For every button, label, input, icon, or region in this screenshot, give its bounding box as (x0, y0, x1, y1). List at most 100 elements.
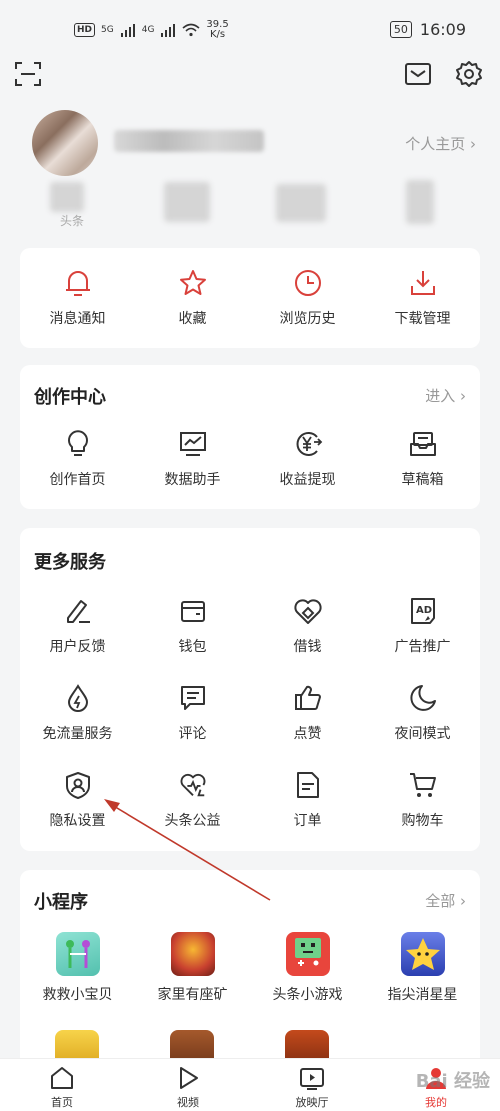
quick-action-favorites[interactable]: 收藏 (135, 268, 250, 348)
hd-badge: HD (74, 23, 96, 37)
mini-program-item[interactable]: 指尖消星星 (365, 932, 480, 1022)
quick-action-downloads[interactable]: 下载管理 (365, 268, 480, 348)
watermark: Bai 经验 (415, 1071, 490, 1092)
creation-center-card: 创作中心 进入 › 创作首页 数据助手 收益提现 草稿箱 (20, 365, 480, 509)
service-item-cart[interactable]: 购物车 (365, 770, 480, 850)
creation-item-data[interactable]: 数据助手 (135, 429, 250, 509)
stat-label: 头条 (60, 214, 85, 228)
service-item-label: 广告推广 (394, 639, 451, 655)
wifi-icon (182, 23, 200, 37)
mini-program-icon (400, 932, 445, 976)
mini-program-item[interactable]: 救救小宝贝 (20, 932, 135, 1022)
service-item-night-mode[interactable]: 夜间模式 (365, 683, 480, 763)
message-inbox-icon[interactable] (404, 60, 432, 88)
thumbs-up-icon (293, 683, 323, 713)
moon-icon (408, 683, 438, 713)
signal-5g-icon (120, 24, 135, 37)
service-item-charity[interactable]: 头条公益 (135, 770, 250, 850)
creation-item-earnings[interactable]: 收益提现 (250, 429, 365, 509)
home-icon (51, 1067, 73, 1089)
service-item-loan[interactable]: 借钱 (250, 596, 365, 676)
creation-center-title: 创作中心 (34, 387, 106, 408)
tv-icon (300, 1068, 324, 1090)
mini-program-item[interactable]: 家里有座矿 (135, 932, 250, 1022)
service-item-wallet[interactable]: 钱包 (135, 596, 250, 676)
service-item-likes[interactable]: 点赞 (250, 683, 365, 763)
net-speed-unit: K/s (209, 29, 226, 40)
settings-gear-icon[interactable] (455, 60, 483, 88)
quick-action-label: 下载管理 (394, 311, 451, 327)
status-left: HD 5G 4G 39.5 K/s (74, 20, 229, 40)
service-item-label: 夜间模式 (394, 726, 451, 742)
cart-icon (408, 770, 438, 800)
privacy-shield-icon (63, 770, 93, 800)
nav-label: 放映厅 (295, 1096, 329, 1109)
service-item-label: 用户反馈 (49, 639, 106, 655)
wallet-icon (178, 596, 208, 626)
yuan-coin-icon (293, 429, 323, 459)
nav-home[interactable]: 首页 (22, 1065, 102, 1110)
clock-icon (293, 268, 323, 298)
clock: 16:09 (419, 20, 466, 39)
mini-programs-card: 小程序 全部 › 救救小宝贝 家里有座矿 头条小游戏 指尖消星星 (20, 870, 480, 1070)
order-doc-icon (293, 770, 323, 800)
quick-action-notifications[interactable]: 消息通知 (20, 268, 135, 348)
svg-text:AD: AD (416, 605, 432, 616)
mini-program-label: 救救小宝贝 (42, 987, 113, 1003)
download-icon (408, 268, 438, 298)
service-item-comments[interactable]: 评论 (135, 683, 250, 763)
creation-item-label: 数据助手 (164, 472, 221, 488)
creation-center-enter[interactable]: 进入 › (425, 385, 466, 406)
charity-heart-icon (178, 770, 208, 800)
nav-label: 视频 (177, 1096, 199, 1109)
service-item-label: 订单 (293, 813, 322, 829)
service-item-label: 钱包 (178, 639, 207, 655)
service-item-label: 头条公益 (164, 813, 221, 829)
scan-icon[interactable] (14, 60, 42, 88)
stat-value-blurred (50, 182, 84, 212)
service-item-label: 点赞 (293, 726, 322, 742)
stat-value-blurred (164, 182, 210, 222)
creation-item-drafts[interactable]: 草稿箱 (365, 429, 480, 509)
creation-item-label: 创作首页 (49, 472, 106, 488)
avatar[interactable] (32, 110, 98, 176)
signal-4g-icon (161, 24, 176, 37)
creation-item-home[interactable]: 创作首页 (20, 429, 135, 509)
profile-home-link[interactable]: 个人主页 › (405, 133, 476, 154)
service-item-label: 免流量服务 (42, 726, 113, 742)
more-services-card: 更多服务 用户反馈 钱包 借钱 AD 广告推广 免流量服务 评论 点赞 夜间模式… (20, 528, 480, 851)
mini-programs-title: 小程序 (34, 892, 88, 913)
battery-indicator: 50 (389, 21, 412, 38)
status-bar: HD 5G 4G 39.5 K/s 50 16:09 (0, 0, 500, 60)
username-blurred (114, 130, 264, 152)
service-item-label: 评论 (178, 726, 207, 742)
lightbulb-icon (63, 429, 93, 459)
mini-program-label: 家里有座矿 (157, 987, 228, 1003)
ad-icon: AD (408, 596, 438, 626)
mini-program-icon (55, 932, 100, 976)
bell-icon (63, 268, 93, 298)
stat-value-blurred (406, 180, 434, 224)
profile-stats: 头条 (0, 178, 500, 230)
pen-feedback-icon (63, 596, 93, 626)
nav-video[interactable]: 视频 (148, 1065, 228, 1110)
mini-program-icon (170, 932, 215, 976)
creation-item-label: 收益提现 (279, 472, 336, 488)
service-item-privacy[interactable]: 隐私设置 (20, 770, 135, 850)
loan-icon (293, 596, 323, 626)
mini-program-item[interactable]: 头条小游戏 (250, 932, 365, 1022)
quick-action-label: 收藏 (178, 311, 207, 327)
quick-action-history[interactable]: 浏览历史 (250, 268, 365, 348)
service-item-feedback[interactable]: 用户反馈 (20, 596, 135, 676)
net-speed: 39.5 K/s (206, 20, 228, 40)
star-icon (178, 268, 208, 298)
service-item-label: 购物车 (401, 813, 444, 829)
service-item-free-data[interactable]: 免流量服务 (20, 683, 135, 763)
comment-icon (178, 683, 208, 713)
nav-theater[interactable]: 放映厅 (272, 1065, 352, 1110)
service-item-orders[interactable]: 订单 (250, 770, 365, 850)
service-item-ads[interactable]: AD 广告推广 (365, 596, 480, 676)
mini-programs-all[interactable]: 全部 › (425, 890, 466, 911)
service-item-label: 借钱 (293, 639, 322, 655)
quick-action-label: 消息通知 (49, 311, 106, 327)
